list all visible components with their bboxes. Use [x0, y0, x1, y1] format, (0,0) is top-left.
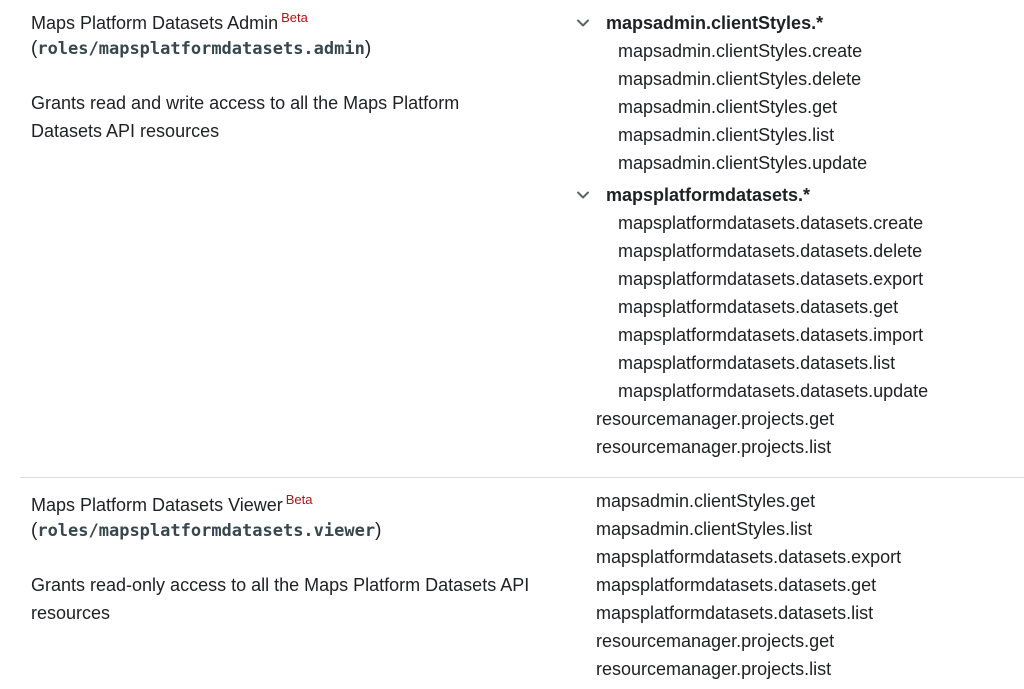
permission-item: mapsadmin.clientStyles.get	[596, 491, 816, 511]
role-id-code: roles/mapsplatformdatasets.admin	[37, 39, 365, 59]
chevron-down-icon[interactable]	[573, 185, 593, 205]
beta-badge: Beta	[285, 492, 313, 507]
permission-item: mapsplatformdatasets.datasets.create	[618, 213, 924, 233]
permission-item: mapsadmin.clientStyles.delete	[618, 69, 862, 89]
beta-badge: Beta	[281, 10, 308, 25]
permission-item: mapsplatformdatasets.datasets.import	[618, 325, 924, 345]
permission-list: mapsadmin.clientStyles.get mapsadmin.cli…	[596, 487, 1024, 683]
permission-group: mapsadmin.clientStyles.* mapsadmin.clien…	[577, 9, 1024, 177]
permission-item: mapsplatformdatasets.datasets.get	[596, 575, 877, 595]
permission-list: mapsadmin.clientStyles.* mapsadmin.clien…	[577, 9, 1024, 461]
permission-item: resourcemanager.projects.list	[596, 659, 832, 679]
role-id: (roles/mapsplatformdatasets.viewer)	[31, 520, 382, 541]
permission-group-toggle[interactable]: mapsadmin.clientStyles.*	[570, 9, 1024, 37]
permission-item: resourcemanager.projects.get	[596, 631, 835, 651]
permission-group-name: mapsplatformdatasets.*	[606, 185, 811, 205]
role-row-admin: Maps Platform Datasets Admin Beta (roles/…	[20, 0, 1024, 477]
permission-item: mapsplatformdatasets.datasets.export	[618, 269, 924, 289]
permission-item: mapsplatformdatasets.datasets.get	[618, 297, 899, 317]
role-description: Grants read-only access to all the Maps …	[31, 575, 530, 623]
permission-group-toggle[interactable]: mapsplatformdatasets.*	[570, 181, 1024, 209]
role-title: Maps Platform Datasets Admin Beta	[31, 10, 596, 36]
role-cell-admin: Maps Platform Datasets Admin Beta (roles/…	[20, 0, 596, 477]
role-row-viewer: Maps Platform Datasets Viewer Beta (roles…	[20, 477, 1024, 689]
permission-item: mapsadmin.clientStyles.create	[618, 41, 863, 61]
role-name: Maps Platform Datasets Admin	[31, 13, 279, 33]
permission-item: mapsadmin.clientStyles.list	[618, 125, 835, 145]
roles-table: Maps Platform Datasets Admin Beta (roles/…	[0, 0, 1024, 689]
role-cell-viewer: Maps Platform Datasets Viewer Beta (roles…	[20, 478, 596, 689]
role-name: Maps Platform Datasets Viewer	[31, 495, 283, 515]
role-id: (roles/mapsplatformdatasets.admin)	[31, 38, 372, 59]
permission-item: resourcemanager.projects.list	[596, 437, 832, 457]
role-description: Grants read and write access to all the …	[31, 93, 460, 141]
permission-item: mapsplatformdatasets.datasets.update	[618, 381, 929, 401]
permission-item: mapsadmin.clientStyles.update	[618, 153, 868, 173]
permission-item: mapsadmin.clientStyles.get	[618, 97, 838, 117]
chevron-down-icon[interactable]	[573, 13, 593, 33]
permission-item: mapsadmin.clientStyles.list	[596, 519, 813, 539]
permission-item: resourcemanager.projects.get	[596, 409, 835, 429]
permissions-cell-viewer: mapsadmin.clientStyles.get mapsadmin.cli…	[596, 478, 1024, 689]
role-id-code: roles/mapsplatformdatasets.viewer	[37, 521, 376, 541]
permission-item: mapsplatformdatasets.datasets.delete	[618, 241, 923, 261]
permission-group-name: mapsadmin.clientStyles.*	[606, 13, 824, 33]
role-title: Maps Platform Datasets Viewer Beta	[31, 492, 596, 518]
permissions-cell-admin: mapsadmin.clientStyles.* mapsadmin.clien…	[577, 0, 1024, 477]
permission-item: mapsplatformdatasets.datasets.list	[596, 603, 874, 623]
permission-item: mapsplatformdatasets.datasets.export	[596, 547, 902, 567]
permission-group: mapsplatformdatasets.* mapsplatformdatas…	[577, 181, 1024, 405]
permission-item: mapsplatformdatasets.datasets.list	[618, 353, 896, 373]
